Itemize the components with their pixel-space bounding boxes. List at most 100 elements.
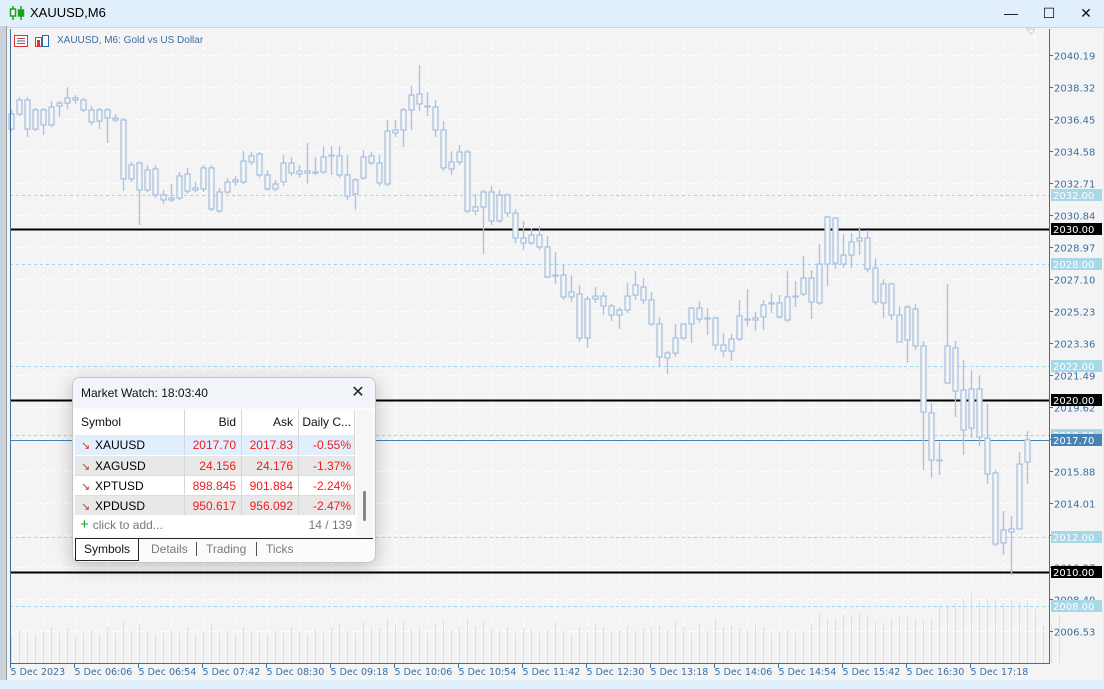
column-header-bid[interactable]: Bid [185, 410, 242, 435]
candle-body [456, 151, 463, 163]
tab-separator [256, 542, 257, 556]
add-symbol-row[interactable]: + click to add... 14 / 139 [75, 515, 355, 535]
candle-body [632, 284, 639, 296]
time-tick-label: 5 Dec 2023 [11, 667, 66, 678]
dashed-level-label: 2032.00 [1053, 191, 1094, 202]
candle-body [168, 197, 175, 201]
candle-body [272, 183, 279, 190]
candle-body [528, 234, 535, 244]
candle-body [64, 97, 71, 104]
column-header-ask[interactable]: Ask [242, 410, 299, 435]
symbol-cell: ↘ XPDUSD [75, 496, 185, 516]
level-label: 2010.00 [1053, 568, 1094, 579]
level-label: 2030.00 [1053, 225, 1094, 236]
candle-body [520, 237, 527, 244]
candle-body [184, 173, 191, 192]
candle-body [736, 315, 743, 340]
dashed-level-label: 2022.00 [1053, 362, 1094, 373]
candle-body [288, 162, 295, 174]
price-tick-label: 2023.36 [1054, 340, 1095, 351]
candle-body [120, 119, 127, 180]
symbol-count: 14 / 139 [308, 518, 352, 532]
bid-cell: 2017.70 [185, 435, 242, 455]
candle-body [720, 344, 727, 352]
table-row[interactable]: ↘ XPDUSD 950.617 956.092 -2.47% [75, 495, 355, 516]
price-tick-label: 2021.49 [1054, 372, 1095, 383]
candle-body [920, 345, 927, 413]
time-tick-label: 5 Dec 12:30 [587, 667, 645, 678]
candle-body [352, 179, 359, 195]
candle-body [608, 305, 615, 316]
tab-ticks[interactable]: Ticks [266, 539, 294, 560]
market-watch-close-icon[interactable]: ✕ [347, 382, 369, 404]
candle-body [8, 113, 15, 130]
down-arrow-icon: ↘ [81, 501, 91, 513]
candle-body [512, 212, 519, 239]
tab-details[interactable]: Details [151, 539, 188, 560]
candle-body [88, 109, 95, 123]
candle-body [544, 246, 551, 278]
dashed-level-label: 2028.00 [1053, 260, 1094, 271]
candle-body [96, 109, 103, 122]
dashed-level-label: 2008.00 [1053, 602, 1094, 613]
candle-body [592, 295, 599, 300]
candle-body [808, 277, 815, 303]
candle-body [1024, 439, 1031, 463]
time-tick-label: 5 Dec 10:54 [459, 667, 517, 678]
symbol-name: XPDUSD [95, 499, 146, 513]
one-click-trading-icon[interactable] [14, 35, 28, 47]
table-row[interactable]: ↘ XAGUSD 24.156 24.176 -1.37% [75, 455, 355, 476]
candle-body [248, 155, 255, 163]
table-row[interactable]: ↘ XAUUSD 2017.70 2017.83 -0.55% [75, 435, 355, 455]
price-tick-label: 2036.45 [1054, 116, 1095, 127]
candle-body [984, 437, 991, 475]
candle-body [664, 352, 671, 359]
candle-body [256, 153, 263, 176]
candle-body [240, 160, 247, 183]
bid-price-label: 2017.70 [1053, 436, 1094, 447]
column-header-symbol[interactable]: Symbol [75, 410, 185, 435]
candle-body [656, 323, 663, 358]
candle-body [912, 308, 919, 347]
symbol-name: XAUUSD [95, 438, 146, 452]
candle-body [872, 267, 879, 303]
depth-of-market-icon[interactable] [35, 35, 49, 47]
scrollbar-thumb[interactable] [363, 491, 366, 521]
ask-cell: 24.176 [242, 456, 299, 476]
market-watch-title: Market Watch: 18:03:40 [81, 386, 208, 400]
time-tick-label: 5 Dec 09:18 [331, 667, 389, 678]
candle-body [392, 129, 399, 134]
price-axis-labels: 2040.19 2038.32 2036.45 2034.58 2032.71 2030.… [1049, 52, 1095, 639]
time-tick-label: 5 Dec 07:42 [203, 667, 261, 678]
candle-body [144, 169, 151, 191]
down-arrow-icon: ↘ [81, 481, 91, 493]
candle-body [440, 129, 447, 169]
candle-body [760, 304, 767, 318]
bid-cell: 950.617 [185, 496, 242, 516]
candle-body [320, 156, 327, 173]
candle-body [48, 106, 55, 126]
time-tick-label: 5 Dec 14:54 [779, 667, 837, 678]
candle-body [840, 254, 847, 265]
candle-body [464, 151, 471, 212]
candle-body [328, 154, 335, 157]
time-tick-label: 5 Dec 06:06 [75, 667, 133, 678]
column-header-daily-change[interactable]: Daily C... [299, 410, 355, 435]
candle-body [56, 102, 63, 107]
table-row[interactable]: ↘ XPTUSD 898.845 901.884 -2.24% [75, 475, 355, 496]
price-chart[interactable]: 2040.19 2038.32 2036.45 2034.58 2032.71 2030.… [0, 0, 1104, 689]
candle-body [888, 283, 895, 316]
candle-body [480, 191, 487, 208]
candle-body [16, 99, 23, 115]
symbol-name: XPTUSD [95, 479, 144, 493]
candle-body [728, 338, 735, 352]
candle-body [672, 337, 679, 354]
candle-body [400, 109, 407, 131]
candle-body [24, 99, 31, 130]
candle-body [176, 175, 183, 199]
market-watch-window[interactable]: Market Watch: 18:03:40 ✕ Symbol Bid Ask … [72, 377, 376, 563]
time-tick-label: 5 Dec 10:06 [395, 667, 453, 678]
market-watch-title-bar[interactable]: Market Watch: 18:03:40 ✕ [73, 378, 375, 408]
tab-trading[interactable]: Trading [206, 539, 246, 560]
tab-symbols[interactable]: Symbols [75, 539, 140, 561]
